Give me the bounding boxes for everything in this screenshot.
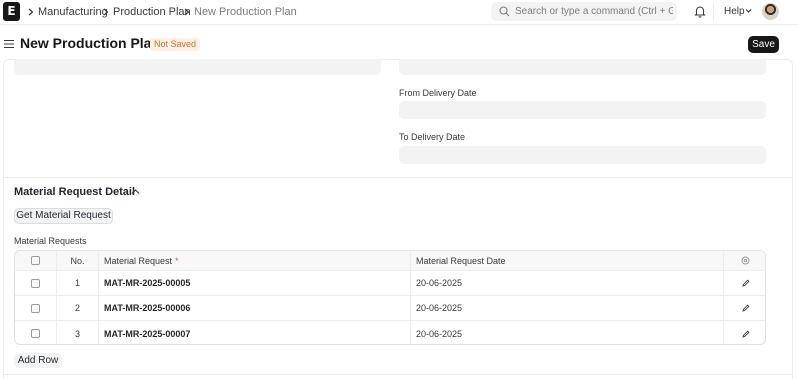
search-bar[interactable] bbox=[491, 2, 677, 21]
section-divider-bottom bbox=[3, 374, 793, 375]
material-request-cell[interactable]: MAT-MR-2025-00007 bbox=[99, 321, 411, 344]
row-select-cell bbox=[15, 296, 57, 320]
table-row[interactable]: 2 MAT-MR-2025-00006 20-06-2025 bbox=[15, 296, 765, 321]
select-all-checkbox[interactable] bbox=[31, 256, 40, 265]
column-header-material-request-text: Material Request bbox=[104, 255, 173, 266]
material-request-date-value: 20-06-2025 bbox=[416, 303, 463, 313]
from-delivery-date-field[interactable] bbox=[399, 101, 766, 119]
column-header-no-text: No. bbox=[70, 255, 85, 266]
status-badge: Not Saved bbox=[150, 38, 201, 51]
chevron-right-icon bbox=[184, 8, 190, 16]
table-row[interactable]: 1 MAT-MR-2025-00005 20-06-2025 bbox=[15, 271, 765, 296]
material-request-value: MAT-MR-2025-00007 bbox=[104, 328, 191, 339]
row-no: 1 bbox=[74, 278, 80, 288]
row-select-cell bbox=[15, 321, 57, 344]
to-delivery-date-field[interactable] bbox=[399, 146, 766, 164]
edit-pencil-icon[interactable] bbox=[741, 304, 750, 312]
to-delivery-date-label: To Delivery Date bbox=[399, 132, 466, 142]
row-no-cell: 2 bbox=[57, 296, 99, 320]
field-right-partial[interactable] bbox=[399, 59, 766, 75]
column-header-material-request-date-text: Material Request Date bbox=[416, 255, 506, 266]
column-header-material-request-date: Material Request Date bbox=[411, 251, 724, 270]
page-title: New Production Plan bbox=[20, 35, 161, 51]
material-request-cell[interactable]: MAT-MR-2025-00005 bbox=[99, 271, 411, 295]
row-no: 2 bbox=[74, 303, 80, 313]
edit-pencil-icon[interactable] bbox=[741, 279, 750, 287]
add-row-button[interactable]: Add Row bbox=[14, 353, 62, 368]
get-material-request-button[interactable]: Get Material Request bbox=[14, 208, 113, 224]
row-no: 3 bbox=[74, 328, 80, 339]
material-request-value: MAT-MR-2025-00006 bbox=[104, 303, 191, 313]
material-request-date-cell[interactable]: 20-06-2025 bbox=[411, 321, 724, 344]
column-header-material-request: Material Request * bbox=[99, 251, 411, 270]
row-no-cell: 3 bbox=[57, 321, 99, 344]
row-select-cell bbox=[15, 271, 57, 295]
material-request-cell[interactable]: MAT-MR-2025-00006 bbox=[99, 296, 411, 320]
material-request-date-cell[interactable]: 20-06-2025 bbox=[411, 271, 724, 295]
breadcrumb-current: New Production Plan bbox=[194, 6, 297, 18]
edit-pencil-icon[interactable] bbox=[741, 330, 750, 338]
row-edit-cell bbox=[724, 321, 765, 344]
row-checkbox[interactable] bbox=[31, 278, 40, 288]
header-select-cell bbox=[15, 251, 57, 270]
search-icon bbox=[499, 6, 510, 17]
chevron-down-icon[interactable] bbox=[745, 8, 752, 14]
column-settings-icon[interactable] bbox=[741, 256, 750, 265]
material-request-value: MAT-MR-2025-00005 bbox=[104, 278, 191, 288]
navbar: E Manufacturing Production Plan New Prod… bbox=[0, 0, 798, 25]
breadcrumb-production-plan[interactable]: Production Plan bbox=[113, 6, 191, 18]
notification-bell-icon[interactable] bbox=[694, 5, 706, 18]
material-requests-table: No. Material Request * Material Request D… bbox=[14, 250, 766, 345]
section-title-material-request[interactable]: Material Request Detail bbox=[14, 186, 135, 198]
table-row[interactable]: 3 MAT-MR-2025-00007 20-06-2025 bbox=[15, 321, 765, 344]
save-button[interactable]: Save bbox=[748, 36, 779, 53]
from-delivery-date-label: From Delivery Date bbox=[399, 88, 477, 98]
material-request-date-value: 20-06-2025 bbox=[416, 328, 463, 339]
material-request-date-cell[interactable]: 20-06-2025 bbox=[411, 296, 724, 320]
sidebar-toggle-icon[interactable] bbox=[4, 39, 14, 49]
row-checkbox[interactable] bbox=[31, 329, 40, 338]
section-divider bbox=[3, 177, 793, 178]
app-logo[interactable]: E bbox=[3, 2, 20, 21]
required-mark: * bbox=[175, 255, 179, 266]
column-settings-cell bbox=[724, 251, 765, 270]
material-request-date-value: 20-06-2025 bbox=[416, 278, 463, 288]
chevron-right-icon bbox=[103, 8, 109, 16]
row-edit-cell bbox=[724, 296, 765, 320]
search-input[interactable] bbox=[515, 3, 673, 20]
row-edit-cell bbox=[724, 271, 765, 295]
navbar-divider bbox=[713, 4, 714, 20]
help-menu[interactable]: Help bbox=[724, 6, 745, 17]
column-header-no: No. bbox=[57, 251, 99, 270]
field-left-partial[interactable] bbox=[14, 59, 381, 75]
row-no-cell: 1 bbox=[57, 271, 99, 295]
breadcrumb-manufacturing[interactable]: Manufacturing bbox=[38, 6, 108, 18]
chevron-up-icon[interactable] bbox=[131, 188, 140, 195]
row-checkbox[interactable] bbox=[31, 303, 40, 313]
table-header-row: No. Material Request * Material Request D… bbox=[15, 251, 765, 271]
user-avatar[interactable] bbox=[762, 3, 779, 20]
chevron-right-icon bbox=[28, 8, 34, 16]
material-requests-table-label: Material Requests bbox=[14, 236, 87, 246]
